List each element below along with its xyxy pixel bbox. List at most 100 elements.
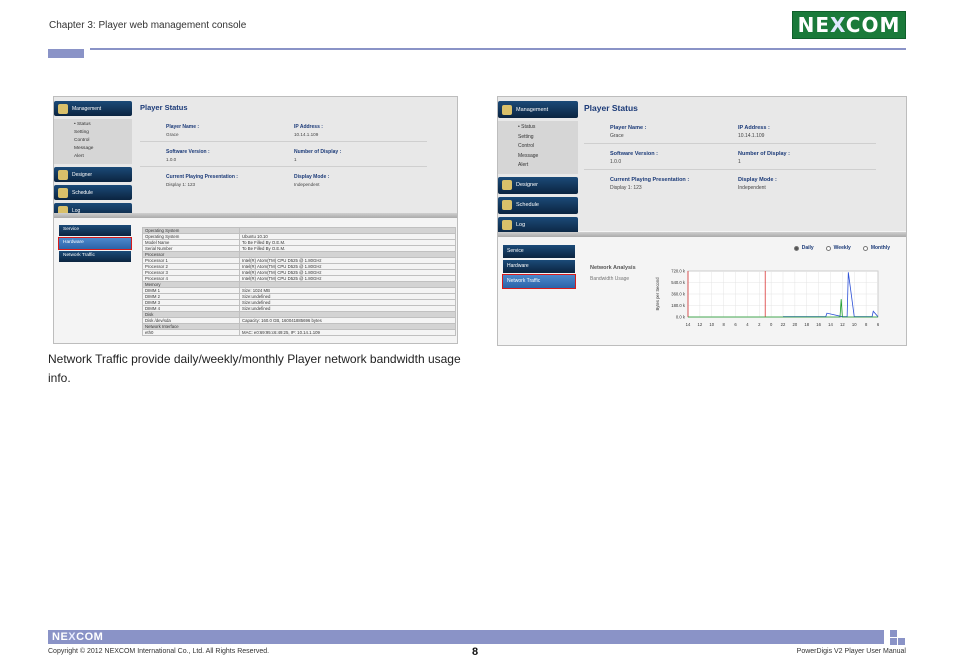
calendar-icon xyxy=(502,200,512,210)
tab-network-traffic[interactable]: Network Traffic xyxy=(59,251,131,262)
x-tick-label: 4 xyxy=(746,322,749,327)
y-tick-label: 540.0 k xyxy=(671,280,686,285)
radio-dot-icon xyxy=(862,245,868,251)
management-submenu: • Status Setting Control Message Alert xyxy=(54,119,132,164)
table-key: eth0 xyxy=(142,329,240,336)
y-axis-label: Bytes per Second xyxy=(655,277,660,311)
nav-designer[interactable]: Designer xyxy=(498,176,578,194)
submenu-status[interactable]: • Status xyxy=(74,121,132,129)
period-selector: Daily Weekly Monthly xyxy=(793,245,890,251)
submenu-setting[interactable]: Setting xyxy=(518,133,578,143)
tab-service[interactable]: Service xyxy=(503,245,575,258)
nav-management[interactable]: Management xyxy=(54,101,132,116)
footer-bar xyxy=(48,630,884,644)
y-tick-label: 180.0 k xyxy=(671,303,686,308)
radio-dot-icon xyxy=(825,245,831,251)
info-nav: Service Hardware Network Traffic xyxy=(502,245,576,290)
status-row: Software Version :1.0.0 Number of Displa… xyxy=(140,147,427,167)
tab-service[interactable]: Service xyxy=(59,225,131,236)
x-tick-label: 14 xyxy=(686,322,691,327)
hardware-table: Operating System Operating System Ubuntu 1… xyxy=(142,227,456,336)
submenu-status[interactable]: • Status xyxy=(518,123,578,133)
status-title: Player Status xyxy=(584,103,638,113)
status-row: Current Playing Presentation : Display 1:… xyxy=(610,177,777,191)
x-tick-label: 10 xyxy=(709,322,714,327)
tab-hardware[interactable]: Hardware xyxy=(58,237,132,250)
y-tick-label: 720.0 k xyxy=(671,269,686,274)
submenu-alert[interactable]: Alert xyxy=(74,153,132,161)
nav-management[interactable]: Management xyxy=(498,101,578,118)
network-panel: Daily Weekly Monthly Network Analysis Ba… xyxy=(588,245,896,335)
nav-log[interactable]: Log xyxy=(498,216,578,234)
document-icon xyxy=(502,220,512,230)
footer-logo: NEXCOM xyxy=(52,631,104,643)
nav-schedule[interactable]: Schedule xyxy=(498,196,578,214)
x-tick-label: 18 xyxy=(804,322,809,327)
monitor-icon xyxy=(58,103,68,114)
footer-square xyxy=(898,638,905,645)
x-tick-label: 20 xyxy=(793,322,798,327)
x-tick-label: 0 xyxy=(770,322,773,327)
status-row: Player Name : Grace IP Address :10.14.1.1… xyxy=(140,122,427,142)
copyright: Copyright © 2012 NEXCOM International Co… xyxy=(48,648,270,655)
x-tick-label: 6 xyxy=(877,322,880,327)
info-nav: Service Hardware Network Traffic xyxy=(58,225,132,264)
radio-dot-icon xyxy=(793,245,799,251)
footer-square xyxy=(890,630,897,637)
management-submenu: • Status Setting Control Message Alert xyxy=(498,121,578,174)
divider xyxy=(54,213,457,218)
status-title: Player Status xyxy=(140,103,188,112)
calendar-icon xyxy=(58,187,68,198)
divider xyxy=(498,232,906,237)
x-tick-label: 16 xyxy=(816,322,821,327)
radio-monthly[interactable]: Monthly xyxy=(862,245,890,251)
y-tick-label: 0.0 k xyxy=(676,315,686,320)
tab-network-traffic[interactable]: Network Traffic xyxy=(502,274,576,289)
hardware-screenshot: Management • Status Setting Control Mess… xyxy=(53,96,458,344)
radio-weekly[interactable]: Weekly xyxy=(825,245,851,251)
table-value: MAC: e0:69:95:c6:49:25, IP: 10.14.1.109 xyxy=(239,329,456,336)
x-tick-label: 6 xyxy=(734,322,737,327)
x-tick-label: 14 xyxy=(828,322,833,327)
x-tick-label: 8 xyxy=(865,322,868,327)
x-tick-label: 2 xyxy=(758,322,761,327)
main-nav: Management • Status Setting Control Mess… xyxy=(498,101,578,237)
chapter-title: Chapter 3: Player web management console xyxy=(49,20,247,31)
main-nav: Management • Status Setting Control Mess… xyxy=(54,101,132,221)
x-tick-label: 22 xyxy=(781,322,786,327)
submenu-message[interactable]: Message xyxy=(74,145,132,153)
y-tick-label: 360.0 k xyxy=(671,292,686,297)
x-tick-label: 12 xyxy=(840,322,845,327)
x-tick-label: 12 xyxy=(698,322,703,327)
manual-title: PowerDigis V2 Player User Manual xyxy=(796,648,906,655)
monitor-icon xyxy=(502,104,512,115)
network-analysis-title: Network Analysis xyxy=(590,265,636,271)
submenu-control[interactable]: Control xyxy=(74,137,132,145)
nav-designer[interactable]: Designer xyxy=(54,167,132,182)
submenu-message[interactable]: Message xyxy=(518,152,578,162)
nexcom-logo: NEXCOM xyxy=(792,11,906,39)
status-row: Player Name : Grace IP Address :10.14.1.1… xyxy=(584,123,876,144)
submenu-control[interactable]: Control xyxy=(518,142,578,152)
status-row: Software Version :1.0.0 Number of Displa… xyxy=(584,149,876,170)
radio-daily[interactable]: Daily xyxy=(793,245,814,251)
pencil-icon xyxy=(502,180,512,190)
player-status: Player Status Player Name : Grace IP Addr… xyxy=(140,103,427,196)
submenu-alert[interactable]: Alert xyxy=(518,161,578,171)
page-number: 8 xyxy=(472,646,479,658)
header-rule xyxy=(90,48,906,50)
bandwidth-chart: 14 12 10 8 6 4 2 0 22 20 18 16 14 12 10 8 6720.0 k540.0 … xyxy=(655,269,880,328)
x-tick-label: 10 xyxy=(852,322,857,327)
tab-hardware[interactable]: Hardware xyxy=(503,260,575,273)
status-area: Management • Status Setting Control Mess… xyxy=(498,97,906,234)
nav-schedule[interactable]: Schedule xyxy=(54,185,132,200)
caption: Network Traffic provide daily/weekly/mon… xyxy=(48,352,461,385)
table-row: eth0 MAC: e0:69:95:c6:49:25, IP: 10.14.1.… xyxy=(142,329,456,336)
status-area: Management • Status Setting Control Mess… xyxy=(54,97,457,218)
footer-square xyxy=(890,638,897,645)
player-status: Player Status Player Name : Grace IP Addr… xyxy=(584,103,876,200)
submenu-setting[interactable]: Setting xyxy=(74,129,132,137)
x-tick-label: 8 xyxy=(722,322,725,327)
network-screenshot: Management • Status Setting Control Mess… xyxy=(497,96,907,346)
header-accent xyxy=(48,49,84,58)
